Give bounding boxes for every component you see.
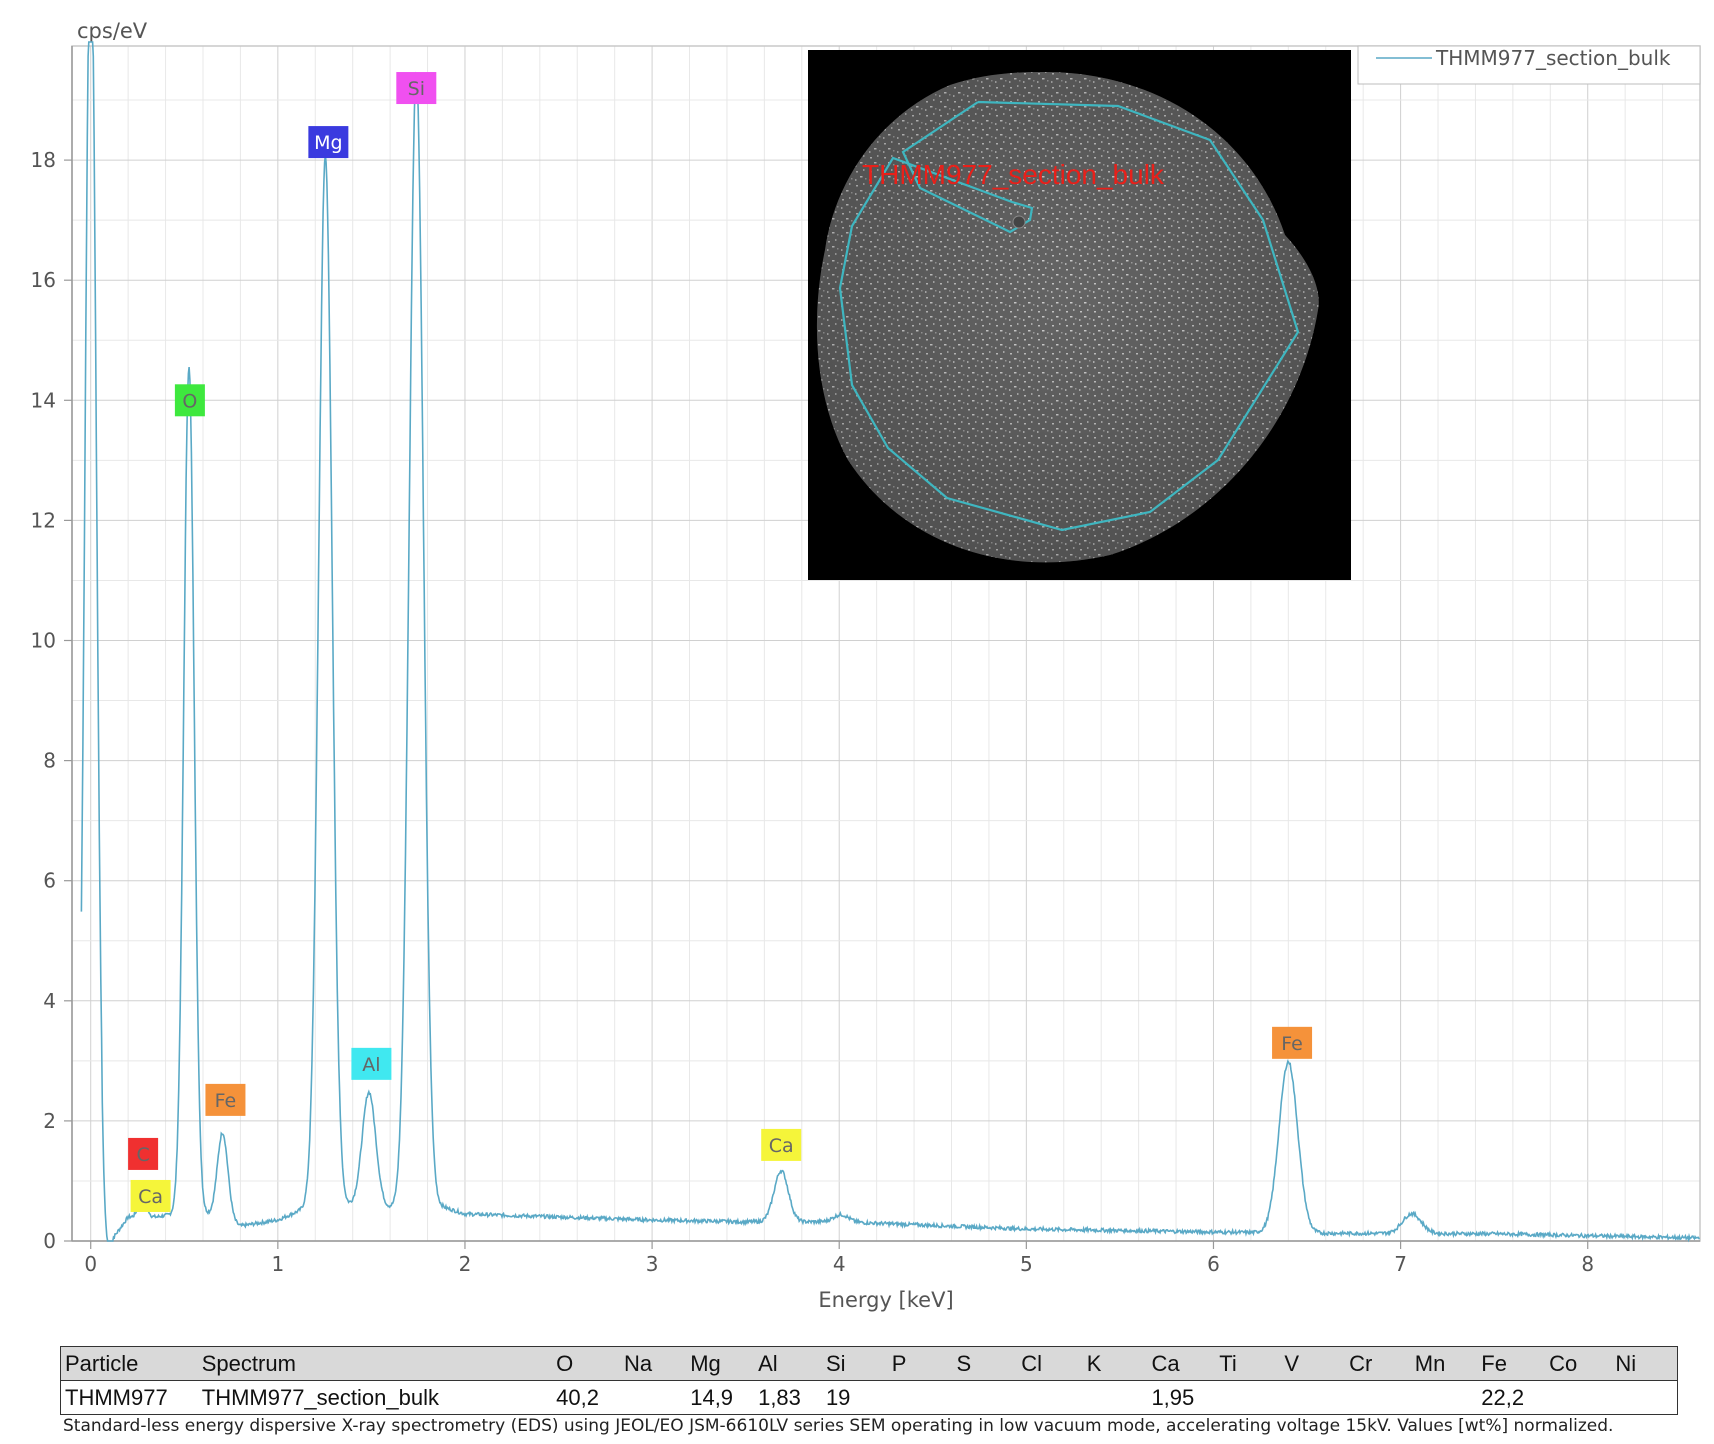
header-mn: Mn xyxy=(1414,1350,1446,1376)
header-ca: Ca xyxy=(1151,1350,1180,1376)
cell-fe: 22,2 xyxy=(1481,1384,1525,1410)
x-tick-label: 6 xyxy=(1207,1252,1220,1276)
peak-label-text: Fe xyxy=(215,1090,237,1112)
x-tick-label: 1 xyxy=(271,1252,284,1276)
x-tick-label: 2 xyxy=(459,1252,472,1276)
y-tick-label: 8 xyxy=(43,749,56,773)
cell-co xyxy=(1545,1381,1611,1415)
peak-label-text: O xyxy=(182,390,197,412)
header-s: S xyxy=(956,1350,972,1376)
x-tick-label: 7 xyxy=(1394,1252,1407,1276)
x-axis-title: Energy [keV] xyxy=(818,1288,953,1312)
header-al: Al xyxy=(758,1350,778,1376)
header-si: Si xyxy=(825,1350,846,1376)
cell-mn xyxy=(1411,1381,1478,1415)
header-co: Co xyxy=(1549,1350,1578,1376)
header-spectrum: Spectrum xyxy=(201,1350,296,1376)
header-particle: Particle xyxy=(65,1350,139,1376)
cell-ti xyxy=(1215,1381,1280,1415)
eds-spectrum-chart: 0 1 2 3 4 5 6 7 8024681012141618 cps/eV Energy [… xyxy=(0,0,1714,1340)
header-fe: Fe xyxy=(1481,1350,1507,1376)
cell-particle: THMM977 xyxy=(65,1384,168,1410)
legend-series-name: THMM977_section_bulk xyxy=(1435,46,1671,70)
x-tick-label: 4 xyxy=(833,1252,846,1276)
header-na: Na xyxy=(623,1350,653,1376)
composition-table: Particle Spectrum O Na Mg Al Si P S Cl K… xyxy=(60,1346,1678,1415)
header-cl: Cl xyxy=(1021,1350,1043,1376)
peak-label-text: Ca xyxy=(138,1186,163,1208)
cell-ca: 1,95 xyxy=(1151,1384,1195,1410)
header-cr: Cr xyxy=(1349,1350,1373,1376)
peak-label-text: Al xyxy=(362,1054,380,1076)
y-tick-label: 6 xyxy=(43,869,56,893)
header-v: V xyxy=(1284,1350,1300,1376)
cell-si: 19 xyxy=(825,1384,851,1410)
table-header-row: Particle Spectrum O Na Mg Al Si P S Cl K… xyxy=(60,1346,1678,1381)
y-tick-label: 18 xyxy=(31,148,56,172)
cell-spectrum: THMM977_section_bulk xyxy=(201,1384,439,1410)
sem-inset-image: THMM977_section_bulk xyxy=(808,50,1351,580)
cell-na xyxy=(620,1381,686,1415)
x-tick-label: 3 xyxy=(646,1252,659,1276)
inset-hole xyxy=(1012,215,1026,229)
y-tick-label: 0 xyxy=(43,1229,56,1253)
header-o: O xyxy=(556,1350,574,1376)
y-tick-label: 4 xyxy=(43,989,56,1013)
peak-label-text: Fe xyxy=(1281,1033,1303,1055)
header-mg: Mg xyxy=(690,1350,721,1376)
header-k: K xyxy=(1086,1350,1102,1376)
cell-ni xyxy=(1611,1381,1677,1415)
x-tick-label: 5 xyxy=(1020,1252,1033,1276)
cell-v xyxy=(1280,1381,1345,1415)
peak-label-text: Ca xyxy=(769,1135,794,1157)
legend: THMM977_section_bulk xyxy=(1357,45,1701,85)
cell-s xyxy=(953,1381,1018,1415)
header-ni: Ni xyxy=(1615,1350,1637,1376)
cell-al: 1,83 xyxy=(758,1384,801,1410)
y-tick-label: 16 xyxy=(31,268,56,292)
method-footnote: Standard-less energy dispersive X-ray sp… xyxy=(63,1416,1614,1436)
cell-cr xyxy=(1345,1381,1411,1415)
y-axis-title: cps/eV xyxy=(77,19,148,43)
cell-mg: 14,9 xyxy=(690,1384,734,1410)
cell-o: 40,2 xyxy=(556,1384,599,1410)
table-row: THMM977 THMM977_section_bulk 40,2 14,9 1… xyxy=(61,1381,1678,1415)
peak-label-text: Mg xyxy=(314,132,342,154)
y-tick-label: 12 xyxy=(31,508,56,532)
header-ti: Ti xyxy=(1219,1350,1237,1376)
peak-label-text: Si xyxy=(408,78,425,100)
y-tick-label: 10 xyxy=(31,628,56,652)
peak-label-text: C xyxy=(136,1144,149,1166)
cell-k xyxy=(1083,1381,1148,1415)
header-p: P xyxy=(891,1350,907,1376)
x-tick-label: 8 xyxy=(1581,1252,1594,1276)
inset-region-label: THMM977_section_bulk xyxy=(862,159,1165,190)
y-tick-label: 2 xyxy=(43,1109,56,1133)
cell-p xyxy=(888,1381,953,1415)
y-tick-label: 14 xyxy=(31,388,56,412)
x-tick-label: 0 xyxy=(84,1252,97,1276)
cell-cl xyxy=(1017,1381,1082,1415)
